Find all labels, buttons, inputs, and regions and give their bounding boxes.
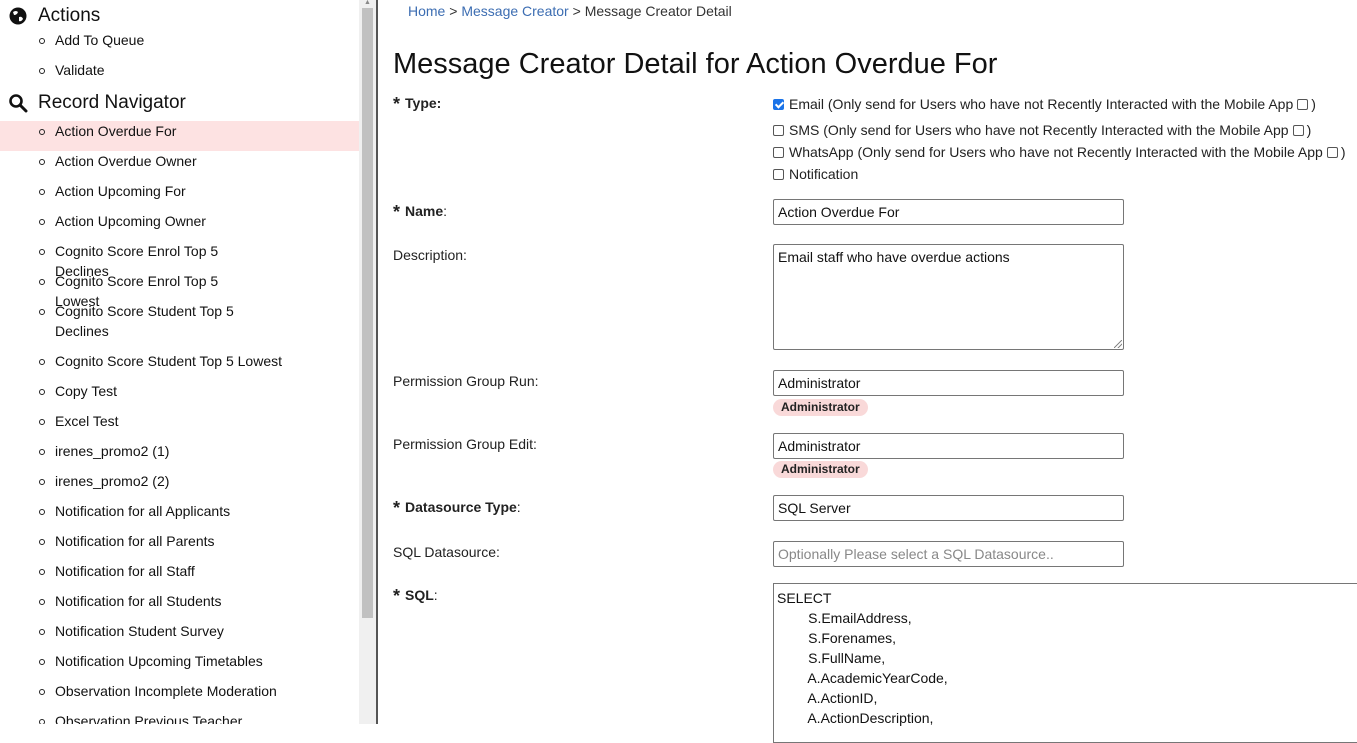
nav-item[interactable]: Notification for all Staff xyxy=(0,561,359,581)
perm-edit-label: Permission Group Edit: xyxy=(393,436,537,452)
page-title: Message Creator Detail for Action Overdu… xyxy=(393,48,998,80)
nav-item-action-overdue-for[interactable]: Action Overdue For xyxy=(0,121,359,151)
sql-ds-label: SQL Datasource: xyxy=(393,544,500,560)
nav-item[interactable]: Action Upcoming For xyxy=(0,181,359,201)
action-validate[interactable]: Validate xyxy=(0,60,359,80)
sql-datasource-select[interactable]: Optionally Please select a SQL Datasourc… xyxy=(773,541,1124,567)
nav-item[interactable]: Notification for all Students xyxy=(0,591,359,611)
sql-line: A.AcademicYearCode, xyxy=(777,670,948,686)
nav-item[interactable]: Copy Test xyxy=(0,381,359,401)
name-label: * Name: xyxy=(393,202,448,222)
type-sms-checkbox[interactable] xyxy=(773,124,784,136)
perm-run-input[interactable]: Administrator xyxy=(773,370,1124,396)
type-whatsapp-checkbox[interactable] xyxy=(773,146,784,158)
perm-run-label: Permission Group Run: xyxy=(393,373,539,389)
breadcrumb-current: Message Creator Detail xyxy=(584,3,732,19)
perm-edit-input[interactable]: Administrator xyxy=(773,433,1124,459)
record-navigator-heading: Record Navigator xyxy=(8,92,186,114)
type-label: * Type: xyxy=(393,94,442,114)
required-asterisk: * xyxy=(393,498,401,518)
breadcrumb-separator: > xyxy=(568,3,585,19)
sql-line: A.ActionDescription, xyxy=(777,710,934,726)
action-add-to-queue[interactable]: Add To Queue xyxy=(0,30,359,50)
nav-item[interactable]: Notification Student Survey xyxy=(0,621,359,641)
scroll-up-arrow-icon[interactable]: ▲ xyxy=(362,0,373,6)
actions-heading: Actions xyxy=(8,5,100,27)
nav-item[interactable]: Cognito Score Student Top 5 Lowest xyxy=(0,351,359,371)
sql-line: A.ActionID, xyxy=(777,690,878,706)
whatsapp-recent-mobile-checkbox[interactable] xyxy=(1326,146,1338,158)
actions-title: Actions xyxy=(38,5,101,26)
nav-item[interactable]: Notification for all Parents xyxy=(0,531,359,551)
sql-line: S.EmailAddress, xyxy=(777,610,912,626)
sql-line: SELECT xyxy=(777,590,832,606)
sql-editor[interactable]: SELECT S.EmailAddress, S.Forenames, S.Fu… xyxy=(773,583,1357,743)
perm-run-tag[interactable]: Administrator xyxy=(773,399,868,416)
nav-item[interactable]: irenes_promo2 (1) xyxy=(0,441,359,461)
name-input[interactable]: Action Overdue For xyxy=(773,199,1124,225)
type-notification-checkbox[interactable] xyxy=(773,168,784,180)
nav-item[interactable]: Cognito Score Student Top 5 Declines xyxy=(0,301,359,341)
breadcrumb-separator: > xyxy=(445,3,462,19)
nav-item[interactable]: Observation Incomplete Moderation xyxy=(0,681,359,701)
type-email-row: Email (Only send for Users who have not … xyxy=(773,96,1316,112)
search-icon xyxy=(9,94,28,113)
record-navigator-title: Record Navigator xyxy=(38,92,186,113)
nav-item[interactable]: Notification Upcoming Timetables xyxy=(0,651,359,671)
breadcrumb: Home > Message Creator > Message Creator… xyxy=(408,3,732,19)
resize-grip-icon[interactable] xyxy=(1114,340,1122,348)
breadcrumb-message-creator-link[interactable]: Message Creator xyxy=(461,3,568,19)
panel-divider xyxy=(376,0,378,724)
nav-item[interactable]: Action Upcoming Owner xyxy=(0,211,359,231)
type-email-checkbox[interactable] xyxy=(773,98,784,110)
required-asterisk: * xyxy=(393,202,401,222)
type-notification-row: Notification xyxy=(773,166,858,182)
email-recent-mobile-checkbox[interactable] xyxy=(1297,98,1309,110)
breadcrumb-home-link[interactable]: Home xyxy=(408,3,445,19)
nav-item[interactable]: Excel Test xyxy=(0,411,359,431)
nav-item[interactable]: irenes_promo2 (2) xyxy=(0,471,359,491)
sidebar-scroll-thumb[interactable] xyxy=(362,8,373,618)
globe-icon xyxy=(9,7,27,25)
type-whatsapp-row: WhatsApp (Only send for Users who have n… xyxy=(773,144,1346,160)
type-sms-row: SMS (Only send for Users who have not Re… xyxy=(773,122,1311,138)
sql-line: S.Forenames, xyxy=(777,630,897,646)
nav-item[interactable]: Observation Previous Teacher xyxy=(0,711,359,724)
nav-item[interactable]: Notification for all Applicants xyxy=(0,501,359,521)
sql-label: * SQL: xyxy=(393,586,438,606)
ds-type-label: * Datasource Type: xyxy=(393,498,521,518)
required-asterisk: * xyxy=(393,586,401,606)
sms-recent-mobile-checkbox[interactable] xyxy=(1292,124,1304,136)
sidebar: Actions Add To Queue Validate Record Nav… xyxy=(0,0,359,724)
sql-line: S.FullName, xyxy=(777,650,886,666)
ds-type-input[interactable]: SQL Server xyxy=(773,495,1124,521)
description-label: Description: xyxy=(393,247,467,263)
perm-edit-tag[interactable]: Administrator xyxy=(773,461,868,478)
required-asterisk: * xyxy=(393,94,401,114)
nav-item[interactable]: Action Overdue Owner xyxy=(0,151,359,171)
description-textarea[interactable]: Email staff who have overdue actions xyxy=(773,244,1124,350)
